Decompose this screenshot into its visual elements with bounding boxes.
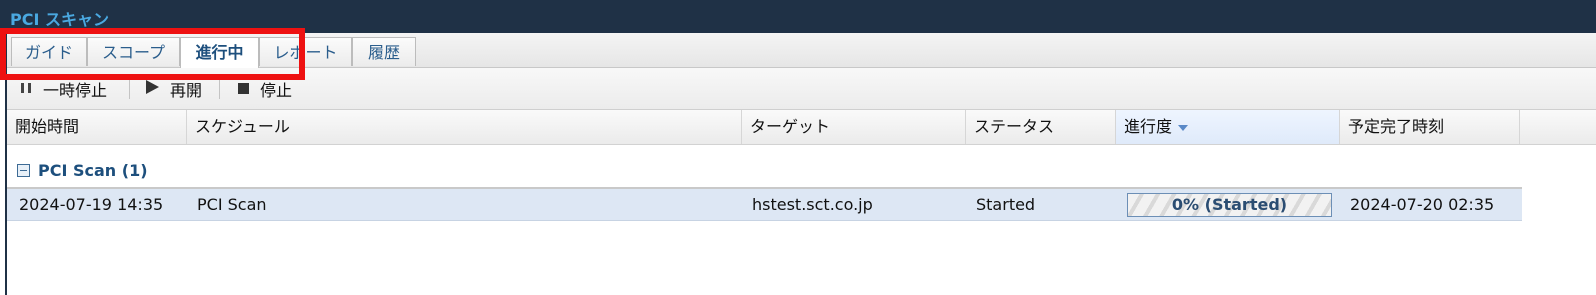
- pause-label: 一時停止: [43, 81, 108, 100]
- group-header[interactable]: PCI Scan (1): [17, 160, 148, 180]
- stop-icon: [237, 80, 250, 99]
- progress-bar: 0% (Started): [1127, 193, 1332, 217]
- stop-label: 停止: [260, 81, 293, 100]
- pause-button[interactable]: 一時停止: [19, 77, 107, 101]
- tab-report[interactable]: レポート: [259, 37, 352, 66]
- title-bar: PCI スキャン: [0, 0, 1596, 33]
- tab-guide[interactable]: ガイド: [11, 37, 87, 66]
- cell-status: Started: [976, 195, 1036, 214]
- column-header-target[interactable]: ターゲット: [742, 110, 966, 144]
- stop-button[interactable]: 停止: [237, 77, 292, 101]
- table-row[interactable]: 2024-07-19 14:35 PCI Scan hstest.sct.co.…: [7, 189, 1522, 221]
- tab-bar: ガイド スコープ 進行中 レポート 履歴: [7, 33, 1596, 68]
- window-title: PCI スキャン: [10, 10, 109, 29]
- cell-schedule: PCI Scan: [197, 195, 267, 214]
- sort-descending-icon: [1178, 124, 1189, 131]
- cell-start-time: 2024-07-19 14:35: [19, 195, 164, 214]
- tab-in-progress[interactable]: 進行中: [180, 37, 259, 68]
- resume-label: 再開: [170, 81, 203, 100]
- tab-history[interactable]: 履歴: [352, 37, 416, 66]
- progress-label: 0% (Started): [1171, 195, 1288, 214]
- column-header-progress[interactable]: 進行度: [1116, 110, 1340, 144]
- column-header-start-time[interactable]: 開始時間: [7, 110, 187, 144]
- toolbar-separator: [129, 77, 130, 99]
- cell-target: hstest.sct.co.jp: [752, 195, 873, 214]
- group-label: PCI Scan (1): [38, 160, 148, 180]
- collapse-icon[interactable]: [17, 163, 30, 177]
- main-panel: ガイド スコープ 進行中 レポート 履歴 一時停止 再開 停止 開始時間 スケジ…: [5, 33, 1596, 295]
- column-header-schedule[interactable]: スケジュール: [187, 110, 742, 144]
- tab-scope[interactable]: スコープ: [87, 37, 180, 66]
- column-header-eta[interactable]: 予定完了時刻: [1340, 110, 1520, 144]
- resume-button[interactable]: 再開: [144, 77, 202, 101]
- column-header-status[interactable]: ステータス: [966, 110, 1116, 144]
- play-icon: [144, 79, 160, 99]
- cell-eta: 2024-07-20 02:35: [1350, 195, 1495, 214]
- toolbar: 一時停止 再開 停止: [7, 68, 1596, 110]
- pause-icon: [19, 80, 33, 99]
- column-header-progress-label: 進行度: [1124, 117, 1173, 136]
- table-header: 開始時間 スケジュール ターゲット ステータス 進行度 予定完了時刻: [7, 110, 1596, 145]
- toolbar-separator: [219, 77, 220, 99]
